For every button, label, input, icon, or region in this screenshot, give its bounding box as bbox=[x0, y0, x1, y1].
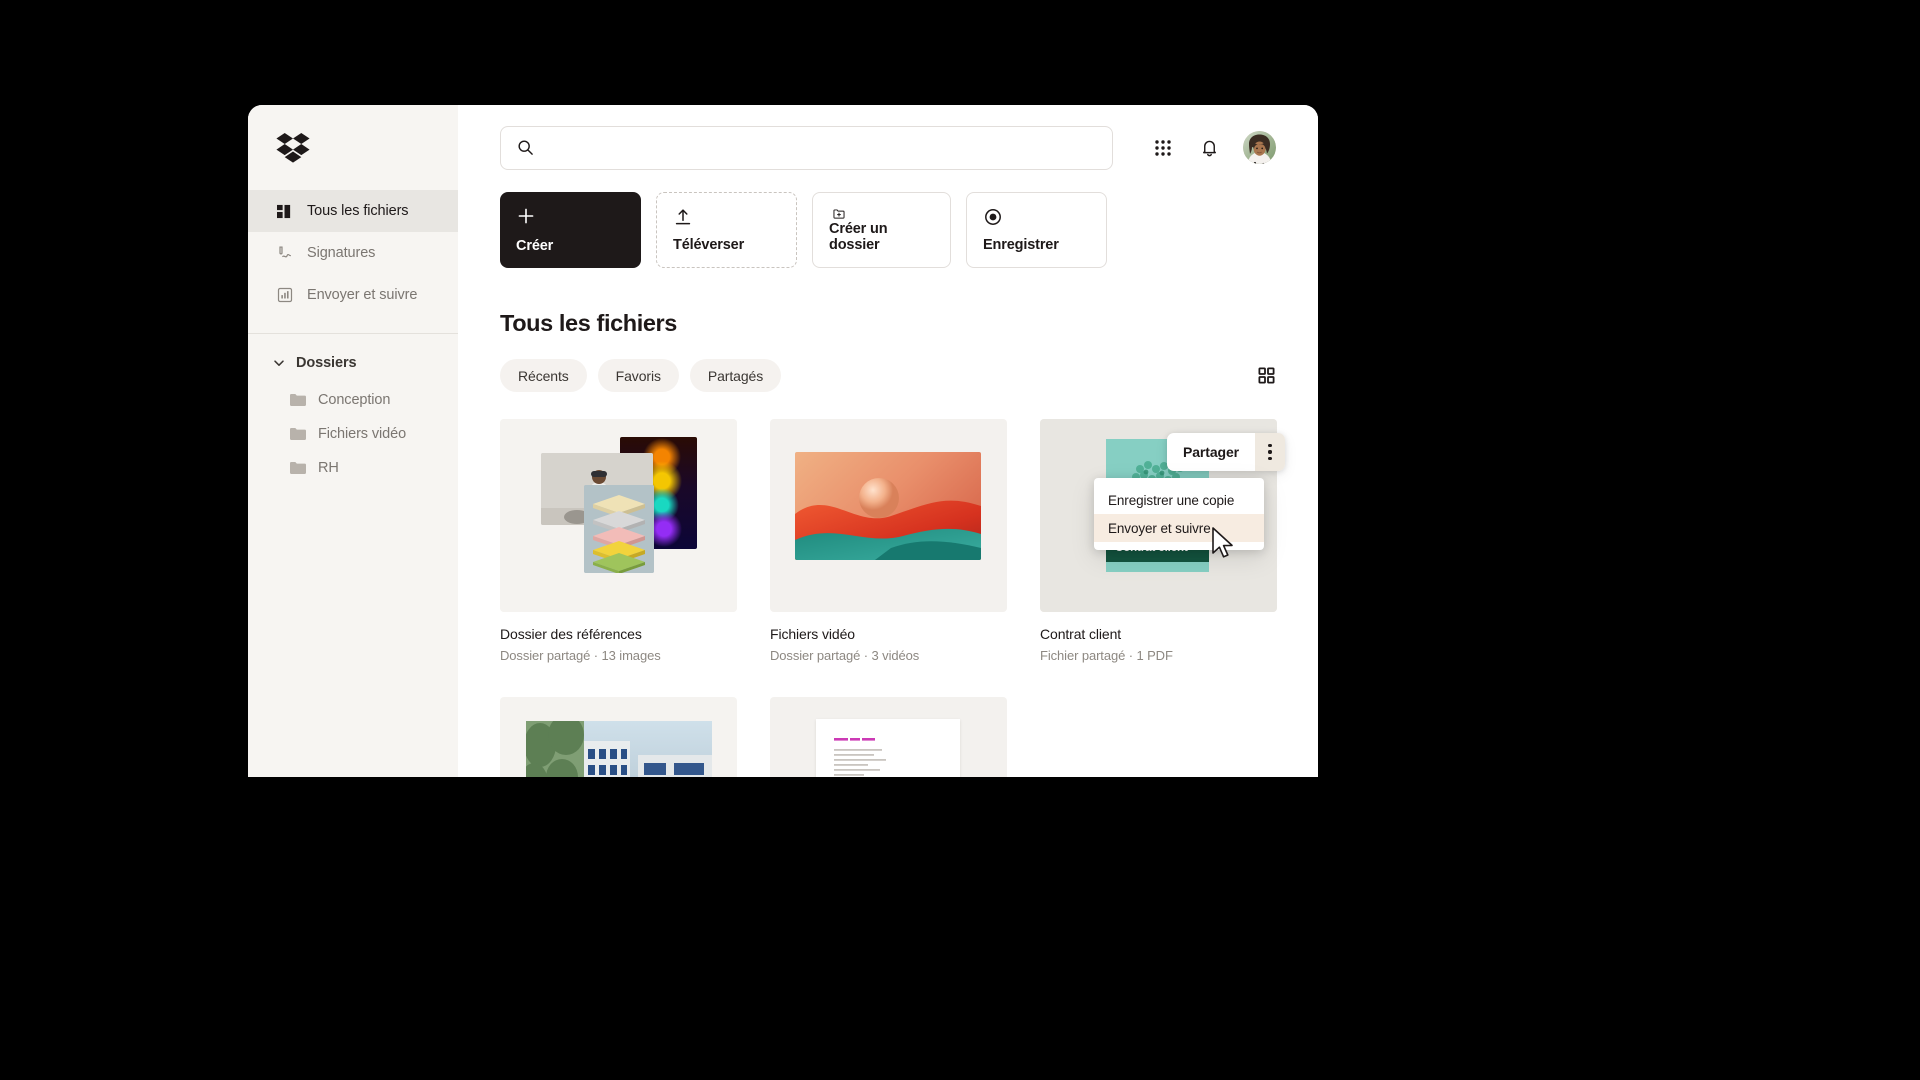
folder-icon bbox=[290, 462, 306, 474]
action-buttons-row: Créer Téléverser Créer un dossier Enregi… bbox=[500, 192, 1276, 268]
logo-container[interactable] bbox=[248, 105, 458, 190]
context-menu: Enregistrer une copie Envoyer et suivre bbox=[1094, 478, 1264, 550]
app-window: Tous les fichiers Signatures Envoyer et … bbox=[248, 105, 1318, 777]
chevron-down-icon bbox=[274, 360, 284, 366]
create-button-label: Créer bbox=[516, 238, 554, 254]
dropbox-logo bbox=[276, 132, 310, 163]
file-thumbnail[interactable] bbox=[770, 419, 1007, 612]
share-button[interactable]: Partager bbox=[1167, 444, 1255, 460]
signature-icon bbox=[276, 245, 293, 262]
more-vertical-icon[interactable] bbox=[1255, 433, 1286, 471]
files-grid: Dossier des références Dossier partagé ·… bbox=[500, 419, 1277, 777]
file-card[interactable]: Fichiers vidéo Dossier partagé · 3 vidéo… bbox=[770, 419, 1007, 663]
grid-view-icon[interactable] bbox=[1256, 366, 1276, 386]
sidebar: Tous les fichiers Signatures Envoyer et … bbox=[248, 105, 458, 777]
search-input[interactable] bbox=[544, 139, 1096, 156]
menu-item-label: Enregistrer une copie bbox=[1108, 492, 1235, 508]
send-track-icon bbox=[276, 287, 293, 304]
page-title: Tous les fichiers bbox=[500, 310, 677, 336]
thumbnail-image bbox=[526, 721, 712, 777]
filters-row: Récents Favoris Partagés bbox=[500, 359, 1276, 392]
folder-label: Conception bbox=[318, 392, 391, 408]
sidebar-item-tous-les-fichiers[interactable]: Tous les fichiers bbox=[248, 190, 458, 232]
new-folder-icon bbox=[833, 209, 845, 219]
folder-label: Fichiers vidéo bbox=[318, 426, 407, 442]
sidebar-item-label: Signatures bbox=[307, 245, 376, 261]
bell-icon[interactable] bbox=[1197, 136, 1221, 160]
sidebar-divider bbox=[248, 333, 458, 334]
top-actions bbox=[1151, 131, 1276, 164]
file-thumbnail[interactable] bbox=[770, 697, 1007, 777]
file-card-meta: Fichier partagé · 1 PDF bbox=[1040, 648, 1173, 663]
folder-icon bbox=[290, 428, 306, 440]
thumbnail-image bbox=[584, 485, 654, 573]
upload-icon bbox=[675, 209, 691, 225]
record-icon bbox=[985, 209, 1001, 225]
filter-chip-partages[interactable]: Partagés bbox=[689, 359, 782, 392]
create-folder-button[interactable]: Créer un dossier bbox=[812, 192, 951, 268]
filter-chip-label: Partagés bbox=[707, 367, 764, 384]
folder-list: Conception Fichiers vidéo RH bbox=[248, 383, 458, 485]
filter-chip-recents[interactable]: Récents bbox=[500, 359, 587, 392]
upload-button[interactable]: Téléverser bbox=[656, 192, 797, 268]
all-files-icon bbox=[276, 203, 293, 220]
sidebar-section-label: Dossiers bbox=[296, 355, 357, 371]
thumbnail-image bbox=[816, 719, 960, 777]
thumbnail-image bbox=[795, 452, 981, 560]
file-card[interactable] bbox=[770, 697, 1007, 777]
file-card-title: Fichiers vidéo bbox=[770, 626, 855, 642]
create-folder-button-label: Créer un dossier bbox=[829, 221, 888, 253]
file-card-meta: Dossier partagé · 13 images bbox=[500, 648, 661, 663]
record-button[interactable]: Enregistrer bbox=[966, 192, 1107, 268]
record-button-label: Enregistrer bbox=[983, 237, 1059, 253]
sidebar-item-envoyer-et-suivre[interactable]: Envoyer et suivre bbox=[248, 274, 458, 316]
sidebar-folder-rh[interactable]: RH bbox=[248, 451, 458, 485]
filter-chip-favoris[interactable]: Favoris bbox=[597, 359, 679, 392]
menu-item-enregistrer-une-copie[interactable]: Enregistrer une copie bbox=[1094, 486, 1264, 514]
search-icon bbox=[518, 140, 533, 155]
primary-nav: Tous les fichiers Signatures Envoyer et … bbox=[248, 190, 458, 316]
file-card[interactable] bbox=[500, 697, 737, 777]
menu-item-envoyer-et-suivre[interactable]: Envoyer et suivre bbox=[1094, 514, 1264, 542]
sidebar-folder-conception[interactable]: Conception bbox=[248, 383, 458, 417]
user-avatar[interactable] bbox=[1243, 131, 1276, 164]
upload-button-label: Téléverser bbox=[673, 237, 745, 253]
file-thumbnail[interactable] bbox=[500, 419, 737, 612]
menu-item-label: Envoyer et suivre bbox=[1108, 520, 1211, 536]
folder-icon bbox=[290, 394, 306, 406]
file-thumbnail[interactable] bbox=[500, 697, 737, 777]
plus-icon bbox=[518, 208, 534, 224]
sidebar-folder-fichiers-video[interactable]: Fichiers vidéo bbox=[248, 417, 458, 451]
search-container[interactable] bbox=[500, 125, 1113, 170]
file-card-meta: Dossier partagé · 3 vidéos bbox=[770, 648, 920, 663]
top-bar bbox=[500, 105, 1276, 190]
file-card-title: Dossier des références bbox=[500, 626, 642, 642]
file-card-title: Contrat client bbox=[1040, 626, 1122, 642]
grid-apps-icon[interactable] bbox=[1151, 136, 1175, 160]
sidebar-item-label: Tous les fichiers bbox=[307, 203, 409, 219]
sidebar-item-label: Envoyer et suivre bbox=[307, 287, 418, 303]
sidebar-section-dossiers[interactable]: Dossiers bbox=[248, 343, 458, 383]
share-popover: Partager bbox=[1167, 433, 1286, 471]
create-button[interactable]: Créer bbox=[500, 192, 641, 268]
filter-chip-label: Favoris bbox=[615, 367, 661, 384]
sidebar-item-signatures[interactable]: Signatures bbox=[248, 232, 458, 274]
folder-label: RH bbox=[318, 460, 339, 476]
filter-chip-label: Récents bbox=[518, 367, 569, 384]
file-card[interactable]: Dossier des références Dossier partagé ·… bbox=[500, 419, 737, 663]
